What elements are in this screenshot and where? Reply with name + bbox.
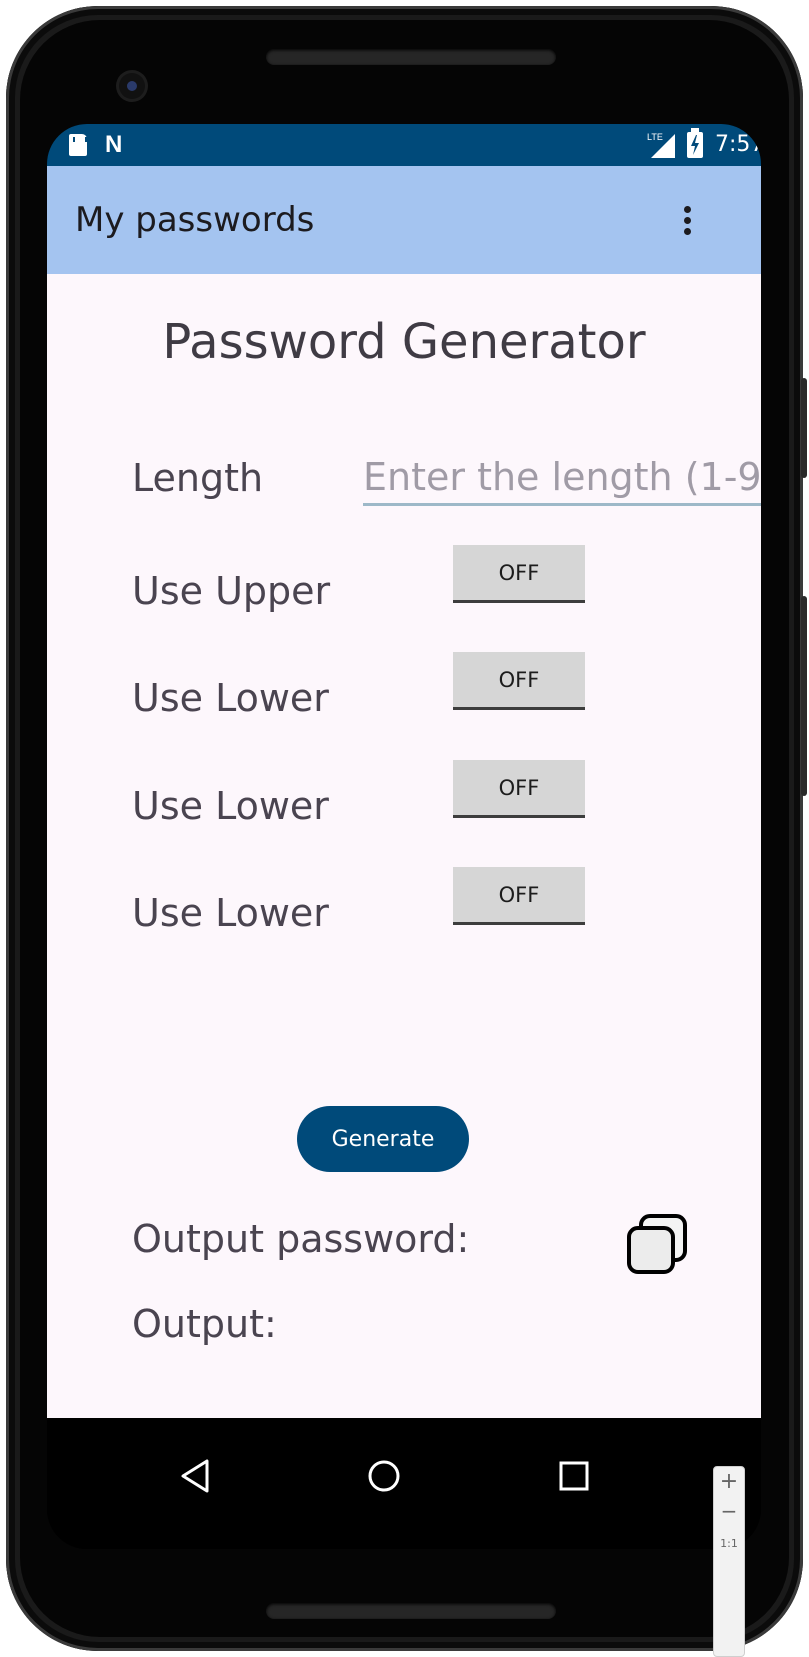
length-input[interactable] [363, 450, 761, 506]
emulator-zoom-controls: + − 1:1 [713, 1466, 745, 1657]
zoom-out-button[interactable]: − [714, 1499, 744, 1523]
battery-charging-icon [687, 128, 703, 158]
length-label: Length [132, 456, 264, 500]
use-upper-label: Use Upper [132, 569, 331, 613]
page-title: Password Generator [162, 314, 646, 370]
bottom-speaker [266, 1603, 556, 1619]
back-icon[interactable] [177, 1456, 217, 1496]
use-lower-label-2: Use Lower [132, 784, 329, 828]
volume-button [801, 596, 807, 796]
main-content: Password Generator Length Use Upper OFF … [47, 274, 761, 1418]
use-lower-toggle-2[interactable]: OFF [453, 760, 585, 818]
n-notification-icon: N [105, 131, 123, 158]
app-bar: My passwords [47, 166, 761, 274]
use-lower-toggle[interactable]: OFF [453, 652, 585, 710]
recents-icon[interactable] [554, 1456, 594, 1496]
output-password-label: Output password: [132, 1217, 470, 1261]
copy-icon[interactable] [625, 1212, 689, 1276]
lte-signal-icon: LTE [647, 132, 675, 158]
earpiece-speaker [266, 49, 556, 65]
use-lower-label: Use Lower [132, 676, 329, 720]
app-title: My passwords [75, 200, 315, 240]
home-icon[interactable] [364, 1456, 404, 1496]
nav-bar [47, 1418, 761, 1549]
output-label: Output: [132, 1302, 277, 1346]
lte-label: LTE [647, 132, 663, 142]
zoom-in-button[interactable]: + [714, 1469, 744, 1494]
status-bar: N LTE 7:57 [47, 124, 761, 166]
front-camera [119, 73, 145, 99]
use-lower-label-3: Use Lower [132, 891, 329, 935]
device-screen: N LTE 7:57 My passwords Password Generat… [47, 124, 761, 1549]
power-button [801, 378, 807, 478]
sd-card-icon [69, 134, 87, 156]
use-upper-toggle[interactable]: OFF [453, 545, 585, 603]
generate-button[interactable]: Generate [297, 1106, 469, 1172]
status-time: 7:57 [715, 132, 761, 157]
zoom-reset-button[interactable]: 1:1 [714, 1537, 744, 1550]
use-lower-toggle-3[interactable]: OFF [453, 867, 585, 925]
more-vert-icon[interactable] [667, 200, 707, 240]
